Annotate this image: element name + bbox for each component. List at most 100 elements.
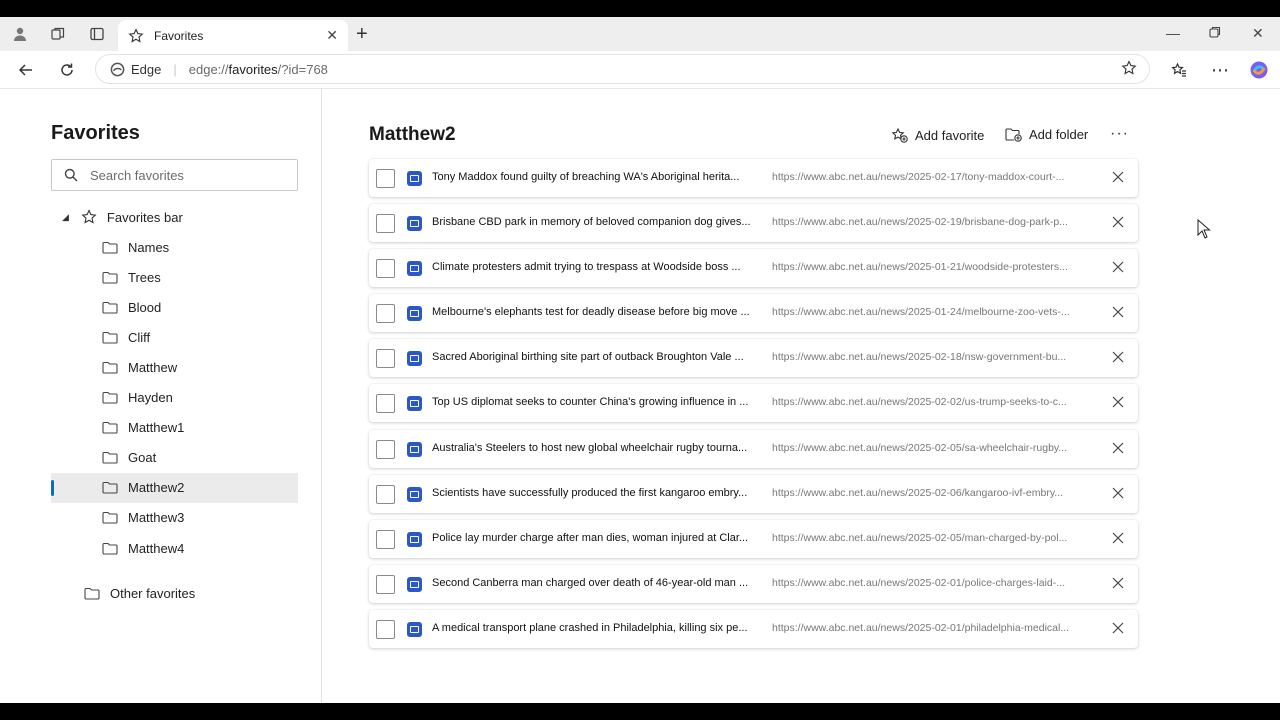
tab-title: Favorites bbox=[154, 28, 204, 43]
sidebar-title: Favorites bbox=[51, 122, 140, 144]
select-checkbox[interactable] bbox=[376, 619, 395, 639]
favorite-title[interactable]: Climate protesters admit trying to tresp… bbox=[432, 261, 767, 273]
search-favorites-input[interactable] bbox=[90, 167, 280, 183]
favorite-title[interactable]: Scientists have successfully produced th… bbox=[432, 487, 767, 499]
tab-actions-icon[interactable] bbox=[85, 22, 109, 46]
add-to-favorites-icon[interactable] bbox=[1121, 60, 1137, 79]
select-checkbox[interactable] bbox=[376, 394, 395, 414]
favorite-title[interactable]: Sacred Aboriginal birthing site part of … bbox=[432, 351, 767, 363]
tree-label: Blood bbox=[128, 299, 162, 315]
tree-favorites-bar[interactable]: ◢ Favorites bar bbox=[62, 202, 302, 232]
tree-folder-item[interactable]: Matthew4 bbox=[51, 533, 298, 563]
favorite-url: https://www.abc.net.au/news/2025-02-19/b… bbox=[772, 216, 1068, 229]
favorite-title[interactable]: Melbourne's elephants test for deadly di… bbox=[432, 306, 767, 318]
delete-icon[interactable] bbox=[1109, 574, 1127, 592]
favorite-title[interactable]: Australia's Steelers to host new global … bbox=[432, 442, 767, 454]
delete-icon[interactable] bbox=[1109, 213, 1127, 231]
abc-news-favicon-icon bbox=[407, 396, 422, 412]
delete-icon[interactable] bbox=[1109, 258, 1127, 276]
tree-label: Matthew2 bbox=[128, 480, 185, 496]
favorite-row[interactable]: Second Canberra man charged over death o… bbox=[369, 564, 1138, 603]
copilot-icon[interactable] bbox=[1246, 57, 1272, 83]
delete-icon[interactable] bbox=[1109, 393, 1127, 411]
select-checkbox[interactable] bbox=[376, 214, 395, 234]
tab-favorites[interactable]: Favorites ✕ bbox=[118, 20, 348, 51]
add-folder-button[interactable]: Add folder bbox=[1005, 127, 1088, 142]
refresh-icon[interactable] bbox=[54, 57, 80, 83]
favorite-row[interactable]: Brisbane CBD park in memory of beloved c… bbox=[369, 204, 1138, 243]
folder-icon bbox=[102, 422, 118, 434]
restore-icon[interactable] bbox=[1209, 25, 1221, 41]
delete-icon[interactable] bbox=[1109, 619, 1127, 637]
select-checkbox[interactable] bbox=[376, 529, 395, 549]
search-box[interactable] bbox=[51, 159, 298, 191]
select-checkbox[interactable] bbox=[376, 574, 395, 594]
favorite-row[interactable]: Sacred Aboriginal birthing site part of … bbox=[369, 339, 1138, 378]
select-checkbox[interactable] bbox=[376, 169, 395, 188]
tree-folder-item[interactable]: Goat bbox=[51, 443, 298, 473]
favorite-row[interactable]: Top US diplomat seeks to counter China's… bbox=[369, 384, 1138, 423]
delete-icon[interactable] bbox=[1109, 303, 1127, 321]
favorite-row[interactable]: A medical transport plane crashed in Phi… bbox=[369, 609, 1138, 648]
folder-icon bbox=[102, 512, 118, 524]
favorite-row[interactable]: Australia's Steelers to host new global … bbox=[369, 429, 1138, 468]
settings-more-icon[interactable]: ⋯ bbox=[1207, 57, 1233, 83]
tree-folder-item[interactable]: Hayden bbox=[51, 383, 298, 413]
profile-icon[interactable] bbox=[8, 22, 32, 46]
favorite-row[interactable]: Melbourne's elephants test for deadly di… bbox=[369, 294, 1138, 333]
abc-news-favicon-icon bbox=[407, 621, 422, 637]
favorite-title[interactable]: Brisbane CBD park in memory of beloved c… bbox=[432, 216, 767, 228]
new-tab-icon[interactable]: + bbox=[356, 23, 368, 45]
tree-folder-item[interactable]: Matthew1 bbox=[51, 413, 298, 443]
minimize-icon[interactable]: — bbox=[1166, 25, 1180, 41]
add-favorite-button[interactable]: Add favorite bbox=[891, 127, 984, 143]
select-checkbox[interactable] bbox=[376, 349, 395, 369]
navigation-bar: Edge | edge://favorites/?id=768 ⋯ bbox=[0, 51, 1280, 89]
delete-icon[interactable] bbox=[1109, 439, 1127, 457]
tree-folder-item[interactable]: Cliff bbox=[51, 322, 298, 352]
tree-folder-item[interactable]: Trees bbox=[51, 262, 298, 292]
favorite-row[interactable]: Police lay murder charge after man dies,… bbox=[369, 519, 1138, 558]
select-checkbox[interactable] bbox=[376, 259, 395, 279]
tree-folder-item[interactable]: Matthew3 bbox=[51, 503, 298, 533]
url-text: edge://favorites/?id=768 bbox=[188, 61, 328, 77]
tree-folder-item[interactable]: Names bbox=[51, 232, 298, 262]
favorite-title[interactable]: Tony Maddox found guilty of breaching WA… bbox=[432, 171, 767, 183]
tree-folder-item[interactable]: Matthew bbox=[51, 352, 298, 382]
address-separator: | bbox=[173, 61, 177, 77]
tree-label: Matthew bbox=[128, 359, 178, 375]
delete-icon[interactable] bbox=[1109, 529, 1127, 547]
tree-label: Favorites bar bbox=[106, 209, 183, 225]
favorite-title[interactable]: Police lay murder charge after man dies,… bbox=[432, 532, 767, 544]
favorite-row[interactable]: Scientists have successfully produced th… bbox=[369, 474, 1138, 513]
collapse-arrow-icon[interactable]: ◢ bbox=[62, 212, 69, 223]
tree-folder-item[interactable]: Matthew2 bbox=[51, 472, 298, 503]
back-icon[interactable] bbox=[13, 57, 39, 83]
favorite-row[interactable]: Climate protesters admit trying to tresp… bbox=[369, 249, 1138, 288]
tab-close-icon[interactable]: ✕ bbox=[326, 27, 338, 44]
delete-icon[interactable] bbox=[1109, 348, 1127, 366]
more-options-icon[interactable]: ··· bbox=[1110, 125, 1129, 143]
workspaces-icon[interactable] bbox=[46, 22, 70, 46]
favorite-title[interactable]: Second Canberra man charged over death o… bbox=[432, 577, 767, 589]
tree-folder-item[interactable]: Blood bbox=[51, 292, 298, 322]
tab-strip: Favorites ✕ + — ✕ bbox=[0, 17, 1280, 51]
close-window-icon[interactable]: ✕ bbox=[1252, 25, 1264, 42]
favorite-row[interactable]: Tony Maddox found guilty of breaching WA… bbox=[369, 159, 1138, 197]
favorite-url: https://www.abc.net.au/news/2025-02-01/p… bbox=[772, 576, 1065, 589]
favorite-title[interactable]: A medical transport plane crashed in Phi… bbox=[432, 622, 767, 634]
add-favorite-label: Add favorite bbox=[915, 127, 985, 143]
favorite-title[interactable]: Top US diplomat seeks to counter China's… bbox=[432, 396, 767, 408]
tree-label: Matthew3 bbox=[128, 510, 185, 526]
select-checkbox[interactable] bbox=[376, 439, 395, 459]
delete-icon[interactable] bbox=[1109, 168, 1127, 186]
tree-other-favorites[interactable]: Other favorites bbox=[84, 578, 304, 608]
favorites-hub-icon[interactable] bbox=[1166, 57, 1192, 83]
delete-icon[interactable] bbox=[1109, 484, 1127, 502]
abc-news-favicon-icon bbox=[407, 486, 422, 502]
favorite-url: https://www.abc.net.au/news/2025-02-05/m… bbox=[772, 531, 1068, 544]
select-checkbox[interactable] bbox=[376, 484, 395, 504]
mouse-cursor-icon bbox=[1197, 219, 1211, 239]
select-checkbox[interactable] bbox=[376, 304, 395, 324]
address-bar[interactable]: Edge | edge://favorites/?id=768 bbox=[95, 54, 1150, 84]
